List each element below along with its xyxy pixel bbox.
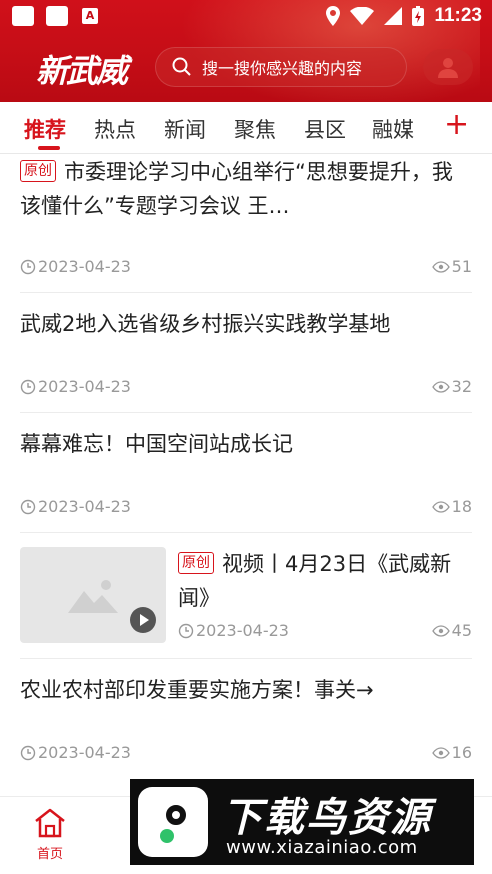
app-notification-icon: A <box>82 8 98 24</box>
tab-hot[interactable]: 热点 <box>94 114 136 144</box>
clock-icon <box>20 499 36 514</box>
original-badge: 原创 <box>178 552 214 574</box>
search-bar[interactable]: 搜一搜你感兴趣的内容 <box>155 47 407 87</box>
location-icon <box>326 6 341 26</box>
notification-icon <box>46 6 68 26</box>
image-placeholder-icon <box>68 580 118 613</box>
article-title-text: 市委理论学习中心组举行“思想要提升，我该懂什么”专题学习会议 王… <box>20 160 453 218</box>
status-time: 11:23 <box>434 5 482 26</box>
article-title: 原创 视频丨4月23日《武威新闻》 <box>178 547 472 615</box>
video-list-item[interactable]: 原创 视频丨4月23日《武威新闻》 2023-04-23 45 <box>20 533 472 659</box>
app-header: A 11:23 新武威 搜一搜你感兴趣的内容 <box>0 0 492 102</box>
active-tab-indicator <box>38 146 60 150</box>
article-title: 幕幕难忘！中国空间站成长记 <box>20 432 293 456</box>
nav-home[interactable]: 首页 <box>28 807 72 862</box>
article-title: 农业农村部印发重要实施方案！事关→ <box>20 678 374 702</box>
list-item[interactable]: 幕幕难忘！中国空间站成长记 2023-04-23 18 <box>20 413 472 533</box>
article-date: 2023-04-23 <box>196 621 289 640</box>
article-meta: 2023-04-23 45 <box>178 621 472 640</box>
video-thumbnail[interactable] <box>20 547 166 643</box>
eye-icon <box>431 624 450 637</box>
tab-focus[interactable]: 聚焦 <box>234 114 276 144</box>
watermark-logo <box>138 787 208 857</box>
article-date: 2023-04-23 <box>38 257 131 276</box>
watermark-url: www.xiazainiao.com <box>226 837 418 858</box>
clock-icon <box>178 623 194 638</box>
view-count: 16 <box>451 743 472 762</box>
status-icons: 11:23 <box>326 4 482 28</box>
eye-icon <box>431 260 450 273</box>
article-meta: 2023-04-23 51 <box>20 257 472 276</box>
article-title: 武威2地入选省级乡村振兴实践教学基地 <box>20 312 391 336</box>
watermark-logo-ring <box>166 805 186 825</box>
clock-icon <box>20 259 36 274</box>
article-title: 原创 市委理论学习中心组举行“思想要提升，我该懂什么”专题学习会议 王… <box>20 155 472 223</box>
search-icon <box>172 57 191 76</box>
article-meta: 2023-04-23 16 <box>20 743 472 762</box>
article-date: 2023-04-23 <box>38 377 131 396</box>
category-tabs: 推荐 热点 新闻 聚焦 县区 融媒 + <box>0 102 492 154</box>
play-icon[interactable] <box>130 607 156 633</box>
watermark-logo-dot <box>160 829 174 843</box>
add-tab-icon[interactable]: + <box>444 110 469 140</box>
tab-media[interactable]: 融媒 <box>372 114 414 144</box>
list-item[interactable]: 原创 市委理论学习中心组举行“思想要提升，我该懂什么”专题学习会议 王… 2023… <box>20 155 472 293</box>
article-meta: 2023-04-23 18 <box>20 497 472 516</box>
wifi-icon <box>350 7 375 25</box>
view-count: 32 <box>451 377 472 396</box>
view-count: 51 <box>451 257 472 276</box>
watermark-title: 下载鸟资源 <box>222 795 432 841</box>
list-item[interactable]: 农业农村部印发重要实施方案！事关→ 2023-04-23 16 <box>20 659 472 779</box>
eye-icon <box>431 746 450 759</box>
battery-icon <box>412 6 425 26</box>
article-date: 2023-04-23 <box>38 497 131 516</box>
home-icon <box>35 808 65 838</box>
app-logo: 新武威 <box>36 52 128 90</box>
view-count: 18 <box>451 497 472 516</box>
clock-icon <box>20 379 36 394</box>
original-badge: 原创 <box>20 160 56 182</box>
tab-recommend[interactable]: 推荐 <box>24 114 66 144</box>
tab-news[interactable]: 新闻 <box>164 114 206 144</box>
tab-county[interactable]: 县区 <box>304 114 346 144</box>
view-count: 45 <box>451 621 472 640</box>
signal-icon <box>384 7 403 25</box>
article-date: 2023-04-23 <box>38 743 131 762</box>
article-title-text: 视频丨4月23日《武威新闻》 <box>178 552 452 610</box>
eye-icon <box>431 380 450 393</box>
article-meta: 2023-04-23 32 <box>20 377 472 396</box>
eye-icon <box>431 500 450 513</box>
user-icon <box>438 58 458 78</box>
search-placeholder: 搜一搜你感兴趣的内容 <box>202 59 363 78</box>
list-item[interactable]: 武威2地入选省级乡村振兴实践教学基地 2023-04-23 32 <box>20 293 472 413</box>
clock-icon <box>20 745 36 760</box>
nav-home-label: 首页 <box>36 847 63 862</box>
notification-icon <box>12 6 34 26</box>
user-profile-button[interactable] <box>423 49 473 85</box>
status-bar: A 11:23 <box>0 0 492 32</box>
watermark-banner: 下载鸟资源 www.xiazainiao.com <box>130 779 474 865</box>
